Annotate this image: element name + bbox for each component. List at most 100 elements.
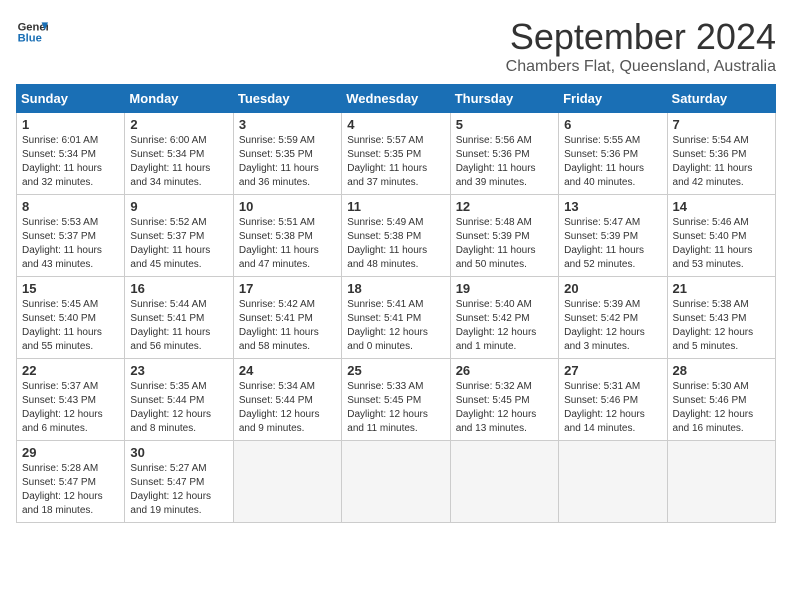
- day-number: 16: [130, 281, 227, 296]
- calendar-cell: 17 Sunrise: 5:42 AM Sunset: 5:41 PM Dayli…: [233, 277, 341, 359]
- calendar-cell: 11Sunrise: 5:49 AM Sunset: 5:38 PM Dayli…: [342, 195, 450, 277]
- day-info: Sunrise: 5:42 AM Sunset: 5:41 PM Dayligh…: [239, 298, 336, 354]
- day-info: Sunrise: 5:41 AM Sunset: 5:41 PM Dayligh…: [347, 298, 444, 354]
- day-info: Sunrise: 5:37 AM Sunset: 5:43 PM Dayligh…: [22, 380, 119, 436]
- day-info: Sunrise: 5:30 AM Sunset: 5:46 PM Dayligh…: [673, 380, 770, 436]
- day-info: Sunrise: 5:57 AM Sunset: 5:35 PM Dayligh…: [347, 134, 444, 190]
- calendar-cell: [233, 441, 341, 523]
- logo: General Blue: [16, 16, 48, 48]
- weekday-header: Wednesday: [342, 85, 450, 113]
- logo-icon: General Blue: [16, 16, 48, 48]
- day-info: Sunrise: 5:28 AM Sunset: 5:47 PM Dayligh…: [22, 462, 119, 518]
- calendar-cell: 4 Sunrise: 5:57 AM Sunset: 5:35 PM Daylig…: [342, 113, 450, 195]
- day-number: 29: [22, 445, 119, 460]
- weekday-header-row: SundayMondayTuesdayWednesdayThursdayFrid…: [17, 85, 776, 113]
- day-info: Sunrise: 5:39 AM Sunset: 5:42 PM Dayligh…: [564, 298, 661, 354]
- calendar-cell: 5 Sunrise: 5:56 AM Sunset: 5:36 PM Daylig…: [450, 113, 558, 195]
- day-number: 1: [22, 117, 119, 132]
- day-info: Sunrise: 5:32 AM Sunset: 5:45 PM Dayligh…: [456, 380, 553, 436]
- calendar-cell: 2 Sunrise: 6:00 AM Sunset: 5:34 PM Daylig…: [125, 113, 233, 195]
- calendar-cell: 18 Sunrise: 5:41 AM Sunset: 5:41 PM Dayli…: [342, 277, 450, 359]
- day-number: 27: [564, 363, 661, 378]
- calendar-week-row: 29 Sunrise: 5:28 AM Sunset: 5:47 PM Dayli…: [17, 441, 776, 523]
- day-number: 13: [564, 199, 661, 214]
- calendar-cell: 28 Sunrise: 5:30 AM Sunset: 5:46 PM Dayli…: [667, 359, 775, 441]
- day-number: 15: [22, 281, 119, 296]
- day-info: Sunrise: 5:51 AM Sunset: 5:38 PM Dayligh…: [239, 216, 336, 272]
- day-number: 18: [347, 281, 444, 296]
- day-info: Sunrise: 5:55 AM Sunset: 5:36 PM Dayligh…: [564, 134, 661, 190]
- calendar-cell: 8 Sunrise: 5:53 AM Sunset: 5:37 PM Daylig…: [17, 195, 125, 277]
- calendar-cell: 24 Sunrise: 5:34 AM Sunset: 5:44 PM Dayli…: [233, 359, 341, 441]
- day-number: 8: [22, 199, 119, 214]
- day-info: Sunrise: 5:40 AM Sunset: 5:42 PM Dayligh…: [456, 298, 553, 354]
- calendar-cell: 26Sunrise: 5:32 AM Sunset: 5:45 PM Dayli…: [450, 359, 558, 441]
- day-info: Sunrise: 5:46 AM Sunset: 5:40 PM Dayligh…: [673, 216, 770, 272]
- calendar-cell: 15 Sunrise: 5:45 AM Sunset: 5:40 PM Dayli…: [17, 277, 125, 359]
- day-number: 28: [673, 363, 770, 378]
- day-number: 19: [456, 281, 553, 296]
- calendar-cell: [342, 441, 450, 523]
- day-number: 22: [22, 363, 119, 378]
- day-info: Sunrise: 5:54 AM Sunset: 5:36 PM Dayligh…: [673, 134, 770, 190]
- calendar-cell: [450, 441, 558, 523]
- day-number: 5: [456, 117, 553, 132]
- day-info: Sunrise: 5:34 AM Sunset: 5:44 PM Dayligh…: [239, 380, 336, 436]
- weekday-header: Monday: [125, 85, 233, 113]
- day-info: Sunrise: 5:48 AM Sunset: 5:39 PM Dayligh…: [456, 216, 553, 272]
- calendar-week-row: 22 Sunrise: 5:37 AM Sunset: 5:43 PM Dayli…: [17, 359, 776, 441]
- svg-text:Blue: Blue: [18, 33, 42, 45]
- calendar-cell: 10 Sunrise: 5:51 AM Sunset: 5:38 PM Dayli…: [233, 195, 341, 277]
- day-number: 10: [239, 199, 336, 214]
- day-info: Sunrise: 5:33 AM Sunset: 5:45 PM Dayligh…: [347, 380, 444, 436]
- weekday-header: Sunday: [17, 85, 125, 113]
- day-info: Sunrise: 5:27 AM Sunset: 5:47 PM Dayligh…: [130, 462, 227, 518]
- day-number: 17: [239, 281, 336, 296]
- day-number: 3: [239, 117, 336, 132]
- day-info: Sunrise: 5:47 AM Sunset: 5:39 PM Dayligh…: [564, 216, 661, 272]
- calendar-table: SundayMondayTuesdayWednesdayThursdayFrid…: [16, 84, 776, 523]
- day-info: Sunrise: 5:52 AM Sunset: 5:37 PM Dayligh…: [130, 216, 227, 272]
- day-number: 21: [673, 281, 770, 296]
- calendar-cell: 23 Sunrise: 5:35 AM Sunset: 5:44 PM Dayli…: [125, 359, 233, 441]
- day-number: 24: [239, 363, 336, 378]
- calendar-title: September 2024: [506, 16, 776, 58]
- calendar-subtitle: Chambers Flat, Queensland, Australia: [506, 58, 776, 76]
- day-info: Sunrise: 5:49 AM Sunset: 5:38 PM Dayligh…: [347, 216, 444, 272]
- day-number: 9: [130, 199, 227, 214]
- day-info: Sunrise: 5:31 AM Sunset: 5:46 PM Dayligh…: [564, 380, 661, 436]
- day-number: 25: [347, 363, 444, 378]
- calendar-week-row: 8 Sunrise: 5:53 AM Sunset: 5:37 PM Daylig…: [17, 195, 776, 277]
- day-info: Sunrise: 6:01 AM Sunset: 5:34 PM Dayligh…: [22, 134, 119, 190]
- weekday-header: Friday: [559, 85, 667, 113]
- day-info: Sunrise: 5:38 AM Sunset: 5:43 PM Dayligh…: [673, 298, 770, 354]
- day-number: 4: [347, 117, 444, 132]
- calendar-cell: 21 Sunrise: 5:38 AM Sunset: 5:43 PM Dayli…: [667, 277, 775, 359]
- calendar-cell: 19 Sunrise: 5:40 AM Sunset: 5:42 PM Dayli…: [450, 277, 558, 359]
- calendar-cell: 20Sunrise: 5:39 AM Sunset: 5:42 PM Dayli…: [559, 277, 667, 359]
- weekday-header: Saturday: [667, 85, 775, 113]
- title-block: September 2024 Chambers Flat, Queensland…: [506, 16, 776, 76]
- day-info: Sunrise: 5:45 AM Sunset: 5:40 PM Dayligh…: [22, 298, 119, 354]
- day-number: 23: [130, 363, 227, 378]
- day-number: 30: [130, 445, 227, 460]
- day-info: Sunrise: 5:44 AM Sunset: 5:41 PM Dayligh…: [130, 298, 227, 354]
- day-info: Sunrise: 5:35 AM Sunset: 5:44 PM Dayligh…: [130, 380, 227, 436]
- day-number: 6: [564, 117, 661, 132]
- day-number: 2: [130, 117, 227, 132]
- weekday-header: Thursday: [450, 85, 558, 113]
- day-info: Sunrise: 6:00 AM Sunset: 5:34 PM Dayligh…: [130, 134, 227, 190]
- calendar-cell: 9 Sunrise: 5:52 AM Sunset: 5:37 PM Daylig…: [125, 195, 233, 277]
- day-info: Sunrise: 5:56 AM Sunset: 5:36 PM Dayligh…: [456, 134, 553, 190]
- weekday-header: Tuesday: [233, 85, 341, 113]
- calendar-cell: 22 Sunrise: 5:37 AM Sunset: 5:43 PM Dayli…: [17, 359, 125, 441]
- calendar-cell: 16 Sunrise: 5:44 AM Sunset: 5:41 PM Dayli…: [125, 277, 233, 359]
- calendar-cell: 3Sunrise: 5:59 AM Sunset: 5:35 PM Daylig…: [233, 113, 341, 195]
- calendar-cell: 1 Sunrise: 6:01 AM Sunset: 5:34 PM Daylig…: [17, 113, 125, 195]
- calendar-cell: 27 Sunrise: 5:31 AM Sunset: 5:46 PM Dayli…: [559, 359, 667, 441]
- calendar-cell: 13 Sunrise: 5:47 AM Sunset: 5:39 PM Dayli…: [559, 195, 667, 277]
- calendar-week-row: 1 Sunrise: 6:01 AM Sunset: 5:34 PM Daylig…: [17, 113, 776, 195]
- day-number: 12: [456, 199, 553, 214]
- day-info: Sunrise: 5:53 AM Sunset: 5:37 PM Dayligh…: [22, 216, 119, 272]
- calendar-cell: 29 Sunrise: 5:28 AM Sunset: 5:47 PM Dayli…: [17, 441, 125, 523]
